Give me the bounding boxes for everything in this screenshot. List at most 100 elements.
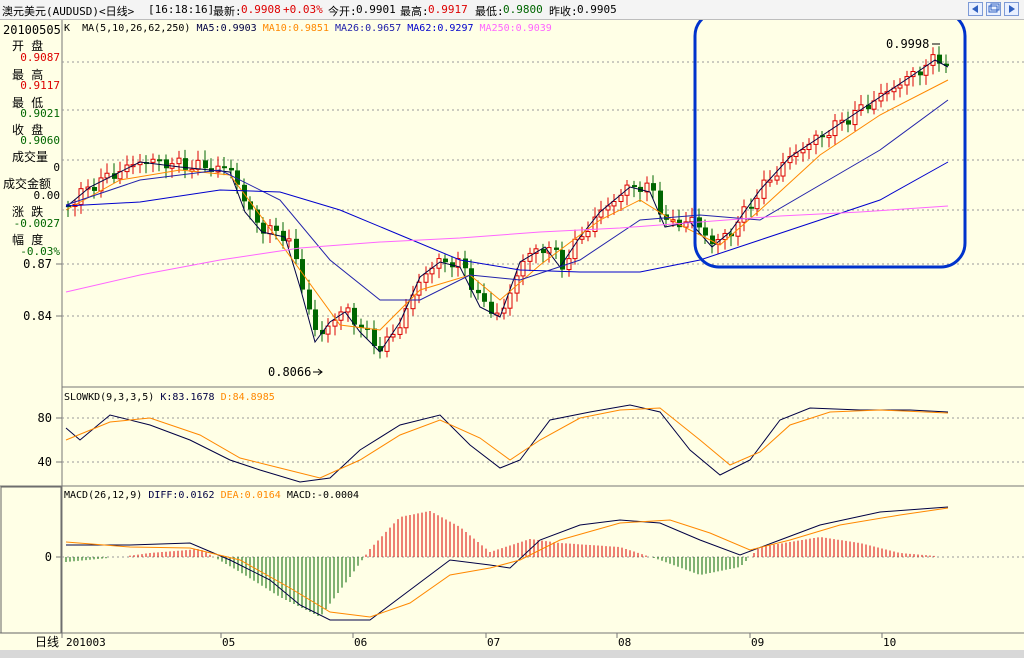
prev-close-value: 0.9905 xyxy=(577,3,617,16)
candle-down xyxy=(274,225,279,231)
axis-ticks xyxy=(56,263,883,638)
candle-down xyxy=(242,184,247,202)
restore-icon[interactable] xyxy=(986,2,1001,16)
candle-up xyxy=(761,179,767,199)
low-value: 0.9800 xyxy=(503,3,543,16)
title-time: [16:18:16] xyxy=(148,3,215,16)
latest-change: +0.03% xyxy=(283,3,323,16)
ma10-value: MA10:0.9851 xyxy=(262,23,329,34)
ma10-line xyxy=(65,79,949,331)
latest-label: 最新: xyxy=(213,5,242,18)
price-tick-084: 0.84 xyxy=(23,309,52,323)
month-label: 08 xyxy=(618,636,631,649)
candle-up xyxy=(826,135,832,139)
candle-up xyxy=(585,231,591,238)
price-grid xyxy=(62,61,1024,558)
kd-d-value: D:84.8985 xyxy=(220,392,275,403)
candle-down xyxy=(313,309,318,330)
candle-down xyxy=(554,247,559,250)
back-icon[interactable] xyxy=(968,2,983,16)
kd-tick-80: 80 xyxy=(38,411,52,425)
ma5-line xyxy=(65,59,949,353)
prev-close-label: 昨收: xyxy=(549,5,578,18)
candle-up xyxy=(507,292,513,309)
latest-value: 0.9908 xyxy=(241,3,281,16)
macd-name: MACD(26,12,9) xyxy=(64,490,143,501)
open-label: 今开: xyxy=(328,5,357,18)
status-bar xyxy=(0,650,1024,658)
macd-dea-value: DEA:0.0164 xyxy=(220,490,281,501)
macd-tick-0: 0 xyxy=(45,550,52,564)
macd-legend: MACD(26,12,9) DIFF:0.0162 DEA:0.0164 MAC… xyxy=(64,490,359,501)
candle-up xyxy=(611,201,617,207)
ma250-value: MA250:0.9039 xyxy=(479,23,552,34)
candle-down xyxy=(300,259,305,290)
candle-down xyxy=(92,187,97,191)
title-bar: 澳元美元(AUDUSD)<日线> [16:18:16] 最新: 0.9908 +… xyxy=(0,0,1024,20)
macd-axis-box xyxy=(0,486,62,634)
candle-down xyxy=(164,159,169,169)
chart-canvas[interactable]: 0.9998 0.8066 0.87 0.84 80 40 0 日线 20100… xyxy=(0,20,1024,650)
price-tick-087: 0.87 xyxy=(23,257,52,271)
candle-down xyxy=(749,206,754,209)
candle-down xyxy=(846,120,851,125)
candle-up xyxy=(345,307,351,313)
symbol-title: 澳元美元(AUDUSD)<日线> xyxy=(2,5,135,18)
candle-up xyxy=(195,159,201,170)
candle-down xyxy=(482,293,487,302)
candle-up xyxy=(397,327,403,335)
candle-down xyxy=(203,160,208,169)
ma-legend: K MA(5,10,26,62,250) MA5:0.9903 MA10:0.9… xyxy=(64,23,552,34)
candle-up xyxy=(176,157,182,165)
month-label: 06 xyxy=(354,636,367,649)
candle-down xyxy=(463,258,468,269)
month-label: 09 xyxy=(751,636,764,649)
low-annotation: 0.8066 xyxy=(268,365,311,379)
kd-name: SLOWKD(9,3,3,5) xyxy=(64,392,155,403)
low-label: 最低: xyxy=(475,5,504,18)
candle-up xyxy=(286,238,292,242)
candle-down xyxy=(222,166,227,169)
macd-value: MACD:-0.0004 xyxy=(286,490,360,501)
open-value: 0.9901 xyxy=(356,3,396,16)
candlesticks xyxy=(66,46,949,359)
ma5-value: MA5:0.9903 xyxy=(196,23,257,34)
high-annotation: 0.9998 xyxy=(886,37,929,51)
candle-up xyxy=(579,236,585,240)
candle-up xyxy=(332,319,338,327)
high-value: 0.9917 xyxy=(428,3,468,16)
candle-down xyxy=(229,167,234,171)
candle-down xyxy=(632,185,637,188)
candle-up xyxy=(774,175,780,181)
candle-up xyxy=(754,197,760,210)
kd-tick-40: 40 xyxy=(38,455,52,469)
candle-up xyxy=(520,260,526,277)
candle-up xyxy=(98,177,104,192)
candle-down xyxy=(372,328,377,347)
candle-down xyxy=(307,289,312,310)
macd-histogram xyxy=(65,511,935,616)
candle-up xyxy=(800,149,806,154)
month-label: 07 xyxy=(487,636,500,649)
moving-averages xyxy=(65,59,949,353)
candle-down xyxy=(443,258,448,263)
high-label: 最高: xyxy=(400,5,429,18)
month-label: 05 xyxy=(222,636,235,649)
candle-up xyxy=(689,216,695,223)
ma-params: MA(5,10,26,62,250) xyxy=(82,23,191,34)
ma62-value: MA62:0.9297 xyxy=(407,23,474,34)
candle-down xyxy=(918,71,923,76)
candle-up xyxy=(423,273,429,283)
k-label: K xyxy=(64,23,71,34)
candle-down xyxy=(651,183,656,191)
candle-up xyxy=(104,172,110,179)
month-label: 201003 xyxy=(66,636,106,649)
candle-up xyxy=(416,281,422,296)
candle-up xyxy=(897,84,903,89)
kd-legend: SLOWKD(9,3,3,5) K:83.1678 D:84.8985 xyxy=(64,392,275,403)
candle-down xyxy=(703,227,708,236)
ma26-value: MA26:0.9657 xyxy=(335,23,402,34)
candle-up xyxy=(150,158,156,163)
forward-icon[interactable] xyxy=(1004,2,1019,16)
period-label: 日线 xyxy=(35,635,59,649)
